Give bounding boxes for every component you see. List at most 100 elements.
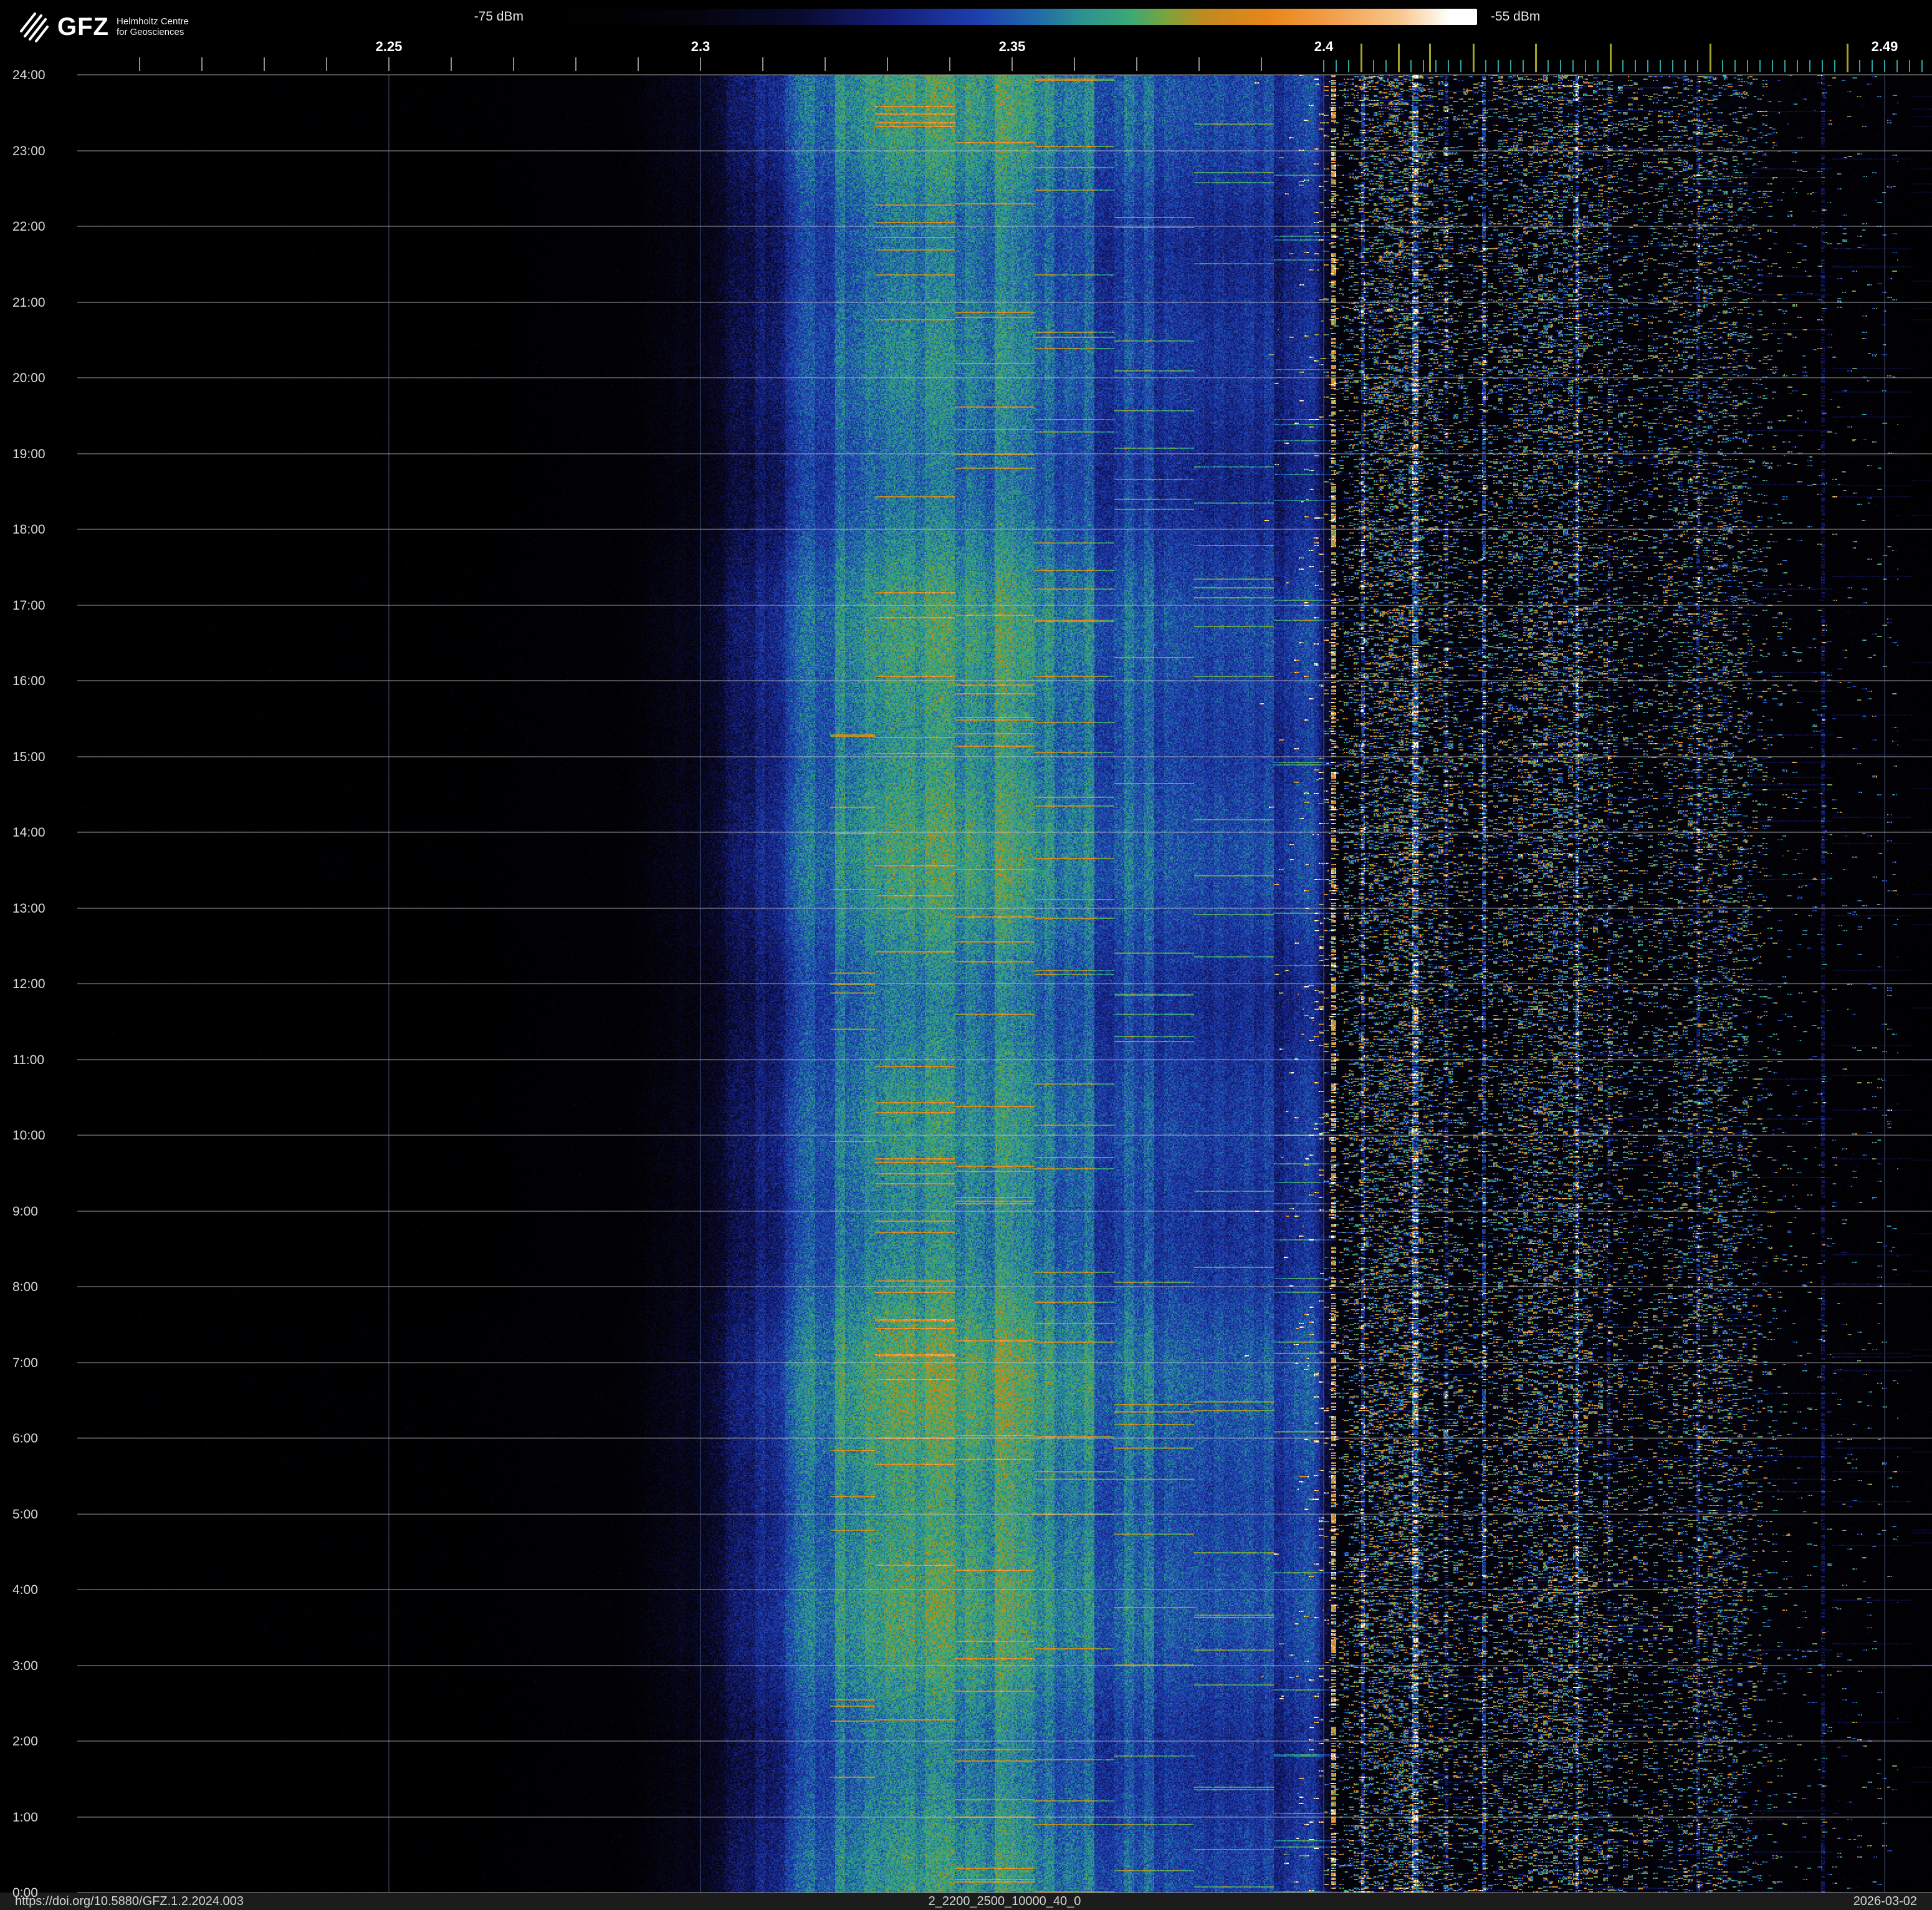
frequency-label: 2.35 [998, 39, 1026, 54]
time-label: 13:00 [12, 901, 45, 916]
channel-tick [1909, 60, 1910, 72]
hour-gridline [77, 1437, 1932, 1439]
channel-tick [1498, 60, 1499, 72]
hour-gridline [77, 226, 1932, 227]
channel-tick [1872, 60, 1873, 72]
channel-tick [1348, 60, 1349, 72]
channel-tick [1647, 60, 1648, 72]
hour-gridline [77, 1286, 1932, 1287]
channel-tick [1385, 60, 1387, 72]
time-label: 11:00 [12, 1052, 44, 1067]
channel-tick [1485, 60, 1486, 72]
time-label: 0:00 [12, 1886, 38, 1900]
time-label: 20:00 [12, 371, 45, 385]
gfz-logo-subtitle: Helmholtz Centre for Geosciences [117, 16, 189, 37]
hour-gridline [77, 1892, 1932, 1893]
minor-tick [575, 57, 576, 71]
hour-gridline [77, 1740, 1932, 1742]
time-label: 14:00 [12, 825, 45, 840]
minor-tick [700, 57, 701, 71]
minor-tick [1261, 57, 1262, 71]
hour-gridline [77, 907, 1932, 909]
colorbar-min-label: -75 dBm [474, 9, 524, 24]
channel-tick [1523, 60, 1524, 72]
colorbar: -75 dBm -55 dBm [474, 9, 1540, 25]
channel-tick [1410, 60, 1412, 72]
colorbar-max-label: -55 dBm [1491, 9, 1541, 24]
channel-tick [1435, 60, 1437, 72]
time-label: 8:00 [12, 1280, 38, 1294]
hour-gridline [77, 301, 1932, 303]
hour-gridline [77, 680, 1932, 681]
hour-gridline [77, 377, 1932, 378]
minor-tick [825, 57, 826, 71]
channel-tick [1685, 60, 1686, 72]
signal-marker-tick [1398, 44, 1400, 72]
time-label: 23:00 [12, 143, 45, 158]
channel-tick [1921, 60, 1923, 72]
channel-tick [1834, 60, 1835, 72]
channel-tick [1336, 60, 1337, 72]
hour-gridline [77, 756, 1932, 757]
channel-tick [1597, 60, 1599, 72]
minor-tick [949, 57, 950, 71]
signal-marker-tick [1429, 44, 1431, 72]
time-label: 5:00 [12, 1507, 38, 1522]
channel-tick [1809, 60, 1810, 72]
date-text: 2026-03-02 [1853, 1894, 1917, 1908]
minor-tick [513, 57, 514, 71]
time-label: 1:00 [12, 1810, 38, 1825]
time-label: 15:00 [12, 749, 45, 764]
channel-tick [1784, 60, 1786, 72]
gfz-logo-icon [20, 12, 49, 42]
channel-tick [1734, 60, 1736, 72]
channel-tick [1460, 60, 1461, 72]
signal-marker-tick [1610, 44, 1612, 72]
hour-gridline [77, 529, 1932, 530]
time-label: 24:00 [12, 68, 45, 82]
channel-tick [1572, 60, 1574, 72]
minor-tick [326, 57, 327, 71]
gfz-logo-text: GFZ [57, 12, 109, 41]
time-label: 10:00 [12, 1128, 45, 1143]
hour-gridline [77, 1513, 1932, 1515]
signal-marker-tick [1361, 44, 1362, 72]
time-label: 21:00 [12, 295, 45, 310]
frequency-label: 2.25 [375, 39, 403, 54]
gfz-logo-subtitle-line1: Helmholtz Centre [116, 16, 189, 27]
channel-tick [1797, 60, 1798, 72]
channel-tick [1423, 60, 1424, 72]
channel-tick [1660, 60, 1661, 72]
minor-tick [1136, 57, 1137, 71]
channel-tick [1323, 60, 1324, 72]
time-label: 7:00 [12, 1355, 38, 1370]
frequency-label: 2.3 [691, 39, 710, 54]
channel-tick [1547, 60, 1549, 72]
hour-gridline [77, 1589, 1932, 1590]
hour-gridline [77, 1135, 1932, 1136]
channel-tick [1448, 60, 1449, 72]
time-label: 6:00 [12, 1431, 38, 1446]
filename-text: 2_2200_2500_10000_40_0 [928, 1894, 1081, 1908]
minor-tick [887, 57, 888, 71]
channel-tick [1635, 60, 1636, 72]
gfz-logo: GFZ Helmholtz Centre for Geosciences [16, 10, 189, 44]
spectrogram-page: GFZ Helmholtz Centre for Geosciences -75… [0, 0, 1932, 1910]
channel-tick [1772, 60, 1773, 72]
signal-marker-tick [1710, 44, 1711, 72]
time-label: 22:00 [12, 219, 45, 234]
time-label: 4:00 [12, 1583, 38, 1597]
hour-gridline [77, 1210, 1932, 1212]
channel-tick [1896, 60, 1898, 72]
time-label: 12:00 [12, 977, 45, 991]
time-label: 16:00 [12, 674, 45, 688]
time-label: 2:00 [12, 1734, 38, 1749]
time-label: 3:00 [12, 1658, 38, 1673]
channel-tick [1510, 60, 1511, 72]
minor-tick [1074, 57, 1075, 71]
frequency-gridline [388, 75, 390, 1893]
colorbar-gradient [536, 9, 1477, 25]
frequency-label: 2.4 [1314, 39, 1334, 54]
time-label: 19:00 [12, 446, 45, 461]
minor-tick [264, 57, 265, 71]
